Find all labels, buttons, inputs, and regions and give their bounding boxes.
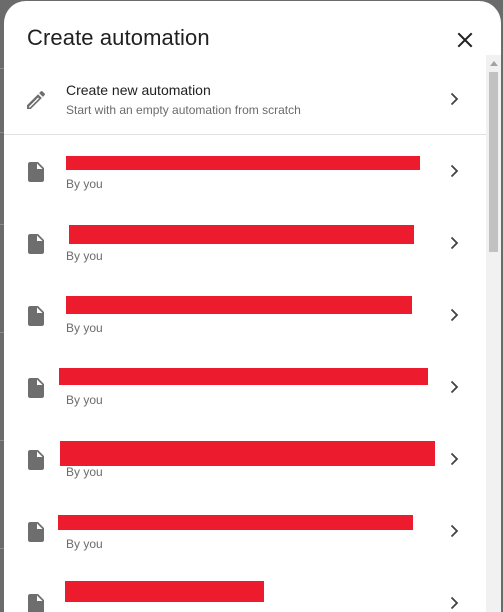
automation-owner: By you (66, 465, 103, 479)
document-icon (28, 162, 44, 182)
automation-item[interactable] (4, 567, 486, 612)
redacted-automation-name (66, 156, 420, 170)
chevron-right-icon (450, 596, 459, 610)
automation-owner: By you (66, 177, 103, 191)
document-icon (28, 522, 44, 542)
chevron-right-icon (450, 236, 459, 250)
chevron-right-icon (450, 92, 459, 106)
automation-owner: By you (66, 537, 103, 551)
create-new-automation-item[interactable]: Create new automation Start with an empt… (4, 63, 486, 135)
close-icon (457, 32, 473, 48)
document-icon (28, 594, 44, 612)
document-icon (28, 306, 44, 326)
redacted-automation-name (59, 368, 428, 385)
create-new-automation-description: Start with an empty automation from scra… (66, 103, 301, 117)
chevron-right-icon (450, 164, 459, 178)
automation-item[interactable]: By you (4, 135, 486, 207)
automation-item[interactable]: By you (4, 423, 486, 495)
vertical-scrollbar[interactable] (486, 55, 501, 612)
chevron-right-icon (450, 308, 459, 322)
redacted-automation-name (69, 225, 414, 244)
document-icon (28, 234, 44, 254)
automation-list: Create new automation Start with an empt… (4, 63, 486, 612)
automation-owner: By you (66, 393, 103, 407)
arrow-up-icon (489, 60, 498, 66)
scrollbar-thumb[interactable] (489, 72, 498, 252)
dialog-title: Create automation (27, 25, 210, 50)
document-icon (28, 450, 44, 470)
automation-owner: By you (66, 321, 103, 335)
create-new-automation-label: Create new automation (66, 82, 211, 98)
redacted-automation-name (60, 441, 435, 466)
automation-item[interactable]: By you (4, 495, 486, 567)
automation-item[interactable]: By you (4, 207, 486, 279)
redacted-automation-name (58, 515, 413, 530)
chevron-right-icon (450, 524, 459, 538)
automation-item[interactable]: By you (4, 351, 486, 423)
close-button[interactable] (448, 23, 482, 57)
create-automation-dialog: Create automation Create new automation … (4, 1, 501, 612)
redacted-automation-name (66, 296, 412, 314)
document-icon (28, 378, 44, 398)
scroll-up-button[interactable] (486, 55, 501, 70)
pencil-icon (27, 90, 46, 109)
automation-owner: By you (66, 249, 103, 263)
chevron-right-icon (450, 380, 459, 394)
chevron-right-icon (450, 452, 459, 466)
redacted-automation-name (65, 581, 264, 602)
automation-item[interactable]: By you (4, 279, 486, 351)
